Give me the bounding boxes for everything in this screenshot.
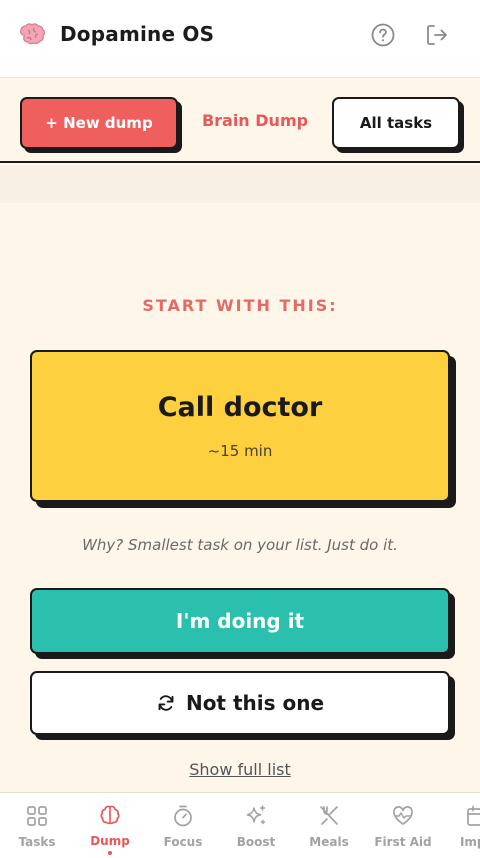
nav-item-boost[interactable]: Boost <box>219 803 293 855</box>
start-prompt: START WITH THIS: <box>142 296 338 315</box>
new-dump-button[interactable]: + New dump <box>20 97 178 149</box>
task-duration: ~15 min <box>207 442 273 460</box>
calendar-icon <box>467 805 480 826</box>
nav-item-impulse[interactable]: Impu <box>440 803 480 855</box>
doing-it-button[interactable]: I'm doing it <box>30 588 450 654</box>
nav-item-meals[interactable]: Meals <box>292 803 366 855</box>
nav-label: First Aid <box>374 835 432 849</box>
heart-pulse-icon <box>393 806 413 825</box>
bottom-nav: Tasks Dump Focus Boost Meals First Aid I… <box>0 792 480 858</box>
nav-label: Boost <box>236 835 276 849</box>
not-this-one-button[interactable]: Not this one <box>30 671 450 735</box>
nav-label: Tasks <box>18 835 56 849</box>
nav-label: Focus <box>163 835 203 849</box>
app-header: Dopamine OS <box>0 0 480 78</box>
logout-icon[interactable] <box>424 22 450 48</box>
brain-icon <box>100 805 120 825</box>
sparkle-icon <box>246 805 266 825</box>
divider-band <box>0 165 480 203</box>
show-full-list-link[interactable]: Show full list <box>0 760 480 779</box>
all-tasks-button[interactable]: All tasks <box>332 97 460 149</box>
nav-label: Impu <box>459 835 480 849</box>
nav-item-first-aid[interactable]: First Aid <box>366 803 440 855</box>
utensils-icon <box>320 806 338 825</box>
app-title: Dopamine OS <box>60 22 215 46</box>
timer-icon <box>174 805 192 827</box>
brain-icon <box>20 23 46 45</box>
nav-item-focus[interactable]: Focus <box>146 803 220 855</box>
task-card: Call doctor ~15 min <box>30 350 450 502</box>
not-this-one-label: Not this one <box>185 691 325 715</box>
section-title: Brain Dump <box>201 111 309 130</box>
help-circle-icon[interactable] <box>370 22 396 48</box>
active-indicator <box>108 851 112 855</box>
nav-label: Meals <box>309 835 349 849</box>
nav-item-tasks[interactable]: Tasks <box>0 803 74 855</box>
refresh-icon <box>158 695 174 711</box>
reason-text: Why? Smallest task on your list. Just do… <box>82 536 398 554</box>
grid-icon <box>27 806 47 826</box>
nav-item-dump[interactable]: Dump <box>73 803 147 855</box>
nav-label: Dump <box>90 834 130 849</box>
task-title: Call doctor <box>157 392 323 423</box>
